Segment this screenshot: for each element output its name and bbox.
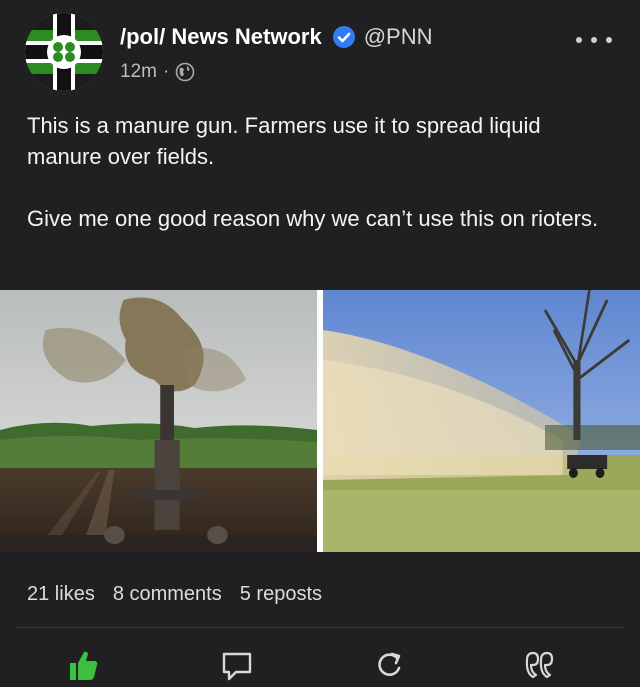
reposts-count[interactable]: 5 reposts bbox=[240, 583, 322, 613]
verified-badge-icon bbox=[332, 25, 356, 49]
post-paragraph: Give me one good reason why we can’t use… bbox=[27, 206, 599, 231]
repost-icon[interactable] bbox=[372, 648, 406, 682]
post-stats: 21 likes 8 comments 5 reposts bbox=[27, 583, 322, 613]
quote-icon[interactable] bbox=[522, 648, 556, 682]
author-row: /pol/ News Network @PNN bbox=[120, 22, 433, 52]
manure-spray-photo[interactable] bbox=[323, 290, 640, 552]
post-paragraph: This is a manure gun. Farmers use it to … bbox=[27, 113, 541, 169]
comments-count[interactable]: 8 comments bbox=[113, 583, 222, 613]
author-name[interactable]: /pol/ News Network bbox=[120, 24, 322, 50]
meta-separator: · bbox=[162, 61, 170, 82]
thumbs-up-icon[interactable] bbox=[66, 648, 100, 682]
likes-count[interactable]: 21 likes bbox=[27, 583, 95, 613]
post-body: This is a manure gun. Farmers use it to … bbox=[27, 110, 617, 265]
author-handle[interactable]: @PNN bbox=[364, 24, 433, 50]
post-time: 12m bbox=[120, 61, 157, 82]
post-header: /pol/ News Network @PNN 12m · bbox=[0, 0, 640, 100]
post-media[interactable] bbox=[0, 290, 640, 552]
comment-icon[interactable] bbox=[220, 648, 254, 682]
post-meta: 12m · bbox=[120, 59, 195, 85]
avatar[interactable] bbox=[25, 13, 103, 91]
action-bar bbox=[0, 640, 640, 682]
globe-icon bbox=[175, 62, 195, 82]
more-options-icon[interactable] bbox=[576, 30, 612, 50]
manure-gun-photo[interactable] bbox=[0, 290, 317, 552]
divider bbox=[16, 627, 624, 628]
